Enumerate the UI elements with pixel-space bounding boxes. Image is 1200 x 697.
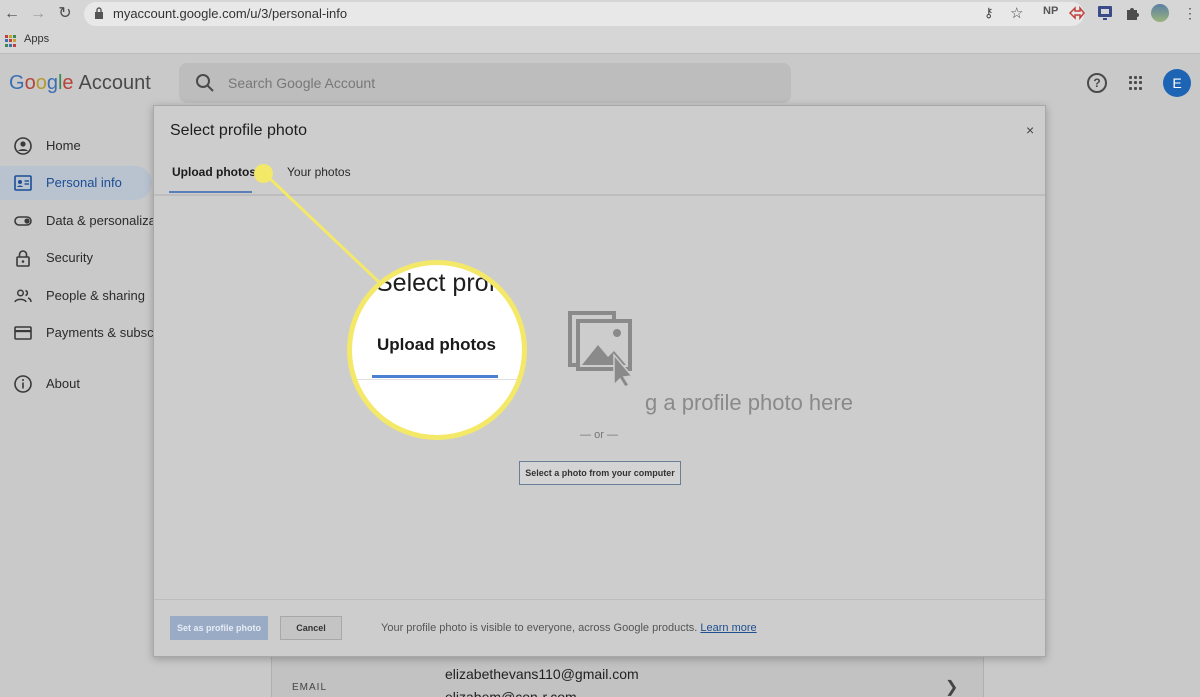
back-icon[interactable]: ← bbox=[2, 4, 22, 24]
sidebar-item-personal-info[interactable]: Personal info bbox=[0, 166, 152, 200]
tab-divider bbox=[154, 194, 1045, 196]
logo-letter: g bbox=[46, 72, 58, 94]
primary-email: elizabethevans110@gmail.com bbox=[445, 666, 639, 682]
sidebar-item-security[interactable]: Security bbox=[0, 241, 152, 275]
np-extension-icon[interactable]: NP bbox=[1043, 5, 1058, 17]
sidebar-item-label: Payments & subscr bbox=[46, 325, 158, 340]
or-separator: — or — bbox=[580, 429, 618, 441]
logo-letter: e bbox=[62, 72, 74, 94]
key-icon[interactable]: ⚷ bbox=[984, 5, 994, 21]
lock-icon bbox=[16, 250, 30, 267]
email-section-label: EMAIL bbox=[292, 682, 328, 693]
lock-icon bbox=[95, 7, 103, 19]
tab-upload-photos[interactable]: Upload photos bbox=[172, 165, 256, 179]
browser-toolbar: ← → ↻ myaccount.google.com/u/3/personal-… bbox=[0, 0, 1200, 28]
magnified-upload-tab: Upload photos bbox=[377, 335, 496, 354]
sidebar-item-label: People & sharing bbox=[46, 288, 146, 303]
forward-icon[interactable]: → bbox=[28, 4, 48, 24]
browser-menu-icon[interactable]: ⋮ bbox=[1183, 5, 1197, 21]
sidebar-item-payments[interactable]: Payments & subscr bbox=[0, 316, 158, 350]
info-icon bbox=[14, 375, 32, 393]
google-apps-icon[interactable] bbox=[1129, 76, 1143, 90]
logo-letter: o bbox=[35, 72, 47, 94]
bookmark-star-icon[interactable]: ☆ bbox=[1010, 4, 1023, 22]
sidebar-item-about[interactable]: About bbox=[0, 367, 152, 401]
address-bar[interactable]: myaccount.google.com/u/3/personal-info ⚷… bbox=[84, 2, 1084, 26]
logo-account-text: Account bbox=[78, 72, 151, 94]
sidebar-item-label: Security bbox=[46, 250, 93, 265]
sidebar-item-label: Home bbox=[46, 138, 81, 153]
sidebar-item-home[interactable]: Home bbox=[0, 129, 152, 163]
active-tab-indicator bbox=[169, 191, 252, 193]
search-icon bbox=[196, 74, 214, 92]
url-text: myaccount.google.com/u/3/personal-info bbox=[113, 6, 348, 21]
search-account-input[interactable]: Search Google Account bbox=[179, 63, 791, 103]
toggle-icon bbox=[14, 216, 32, 226]
drag-photo-text: g a profile photo here bbox=[645, 390, 853, 415]
sidebar-item-label: Personal info bbox=[46, 175, 122, 190]
extension-screen-icon[interactable] bbox=[1097, 5, 1113, 21]
drag-photo-icon bbox=[568, 311, 634, 387]
chevron-right-icon[interactable]: ❯ bbox=[945, 677, 958, 697]
profile-visibility-note: Your profile photo is visible to everyon… bbox=[381, 622, 757, 634]
footer-divider bbox=[154, 599, 1045, 600]
set-as-profile-photo-button[interactable]: Set as profile photo bbox=[170, 616, 268, 640]
visibility-note-text: Your profile photo is visible to everyon… bbox=[381, 622, 698, 634]
close-icon[interactable]: × bbox=[1026, 122, 1034, 138]
sidebar-item-people-sharing[interactable]: People & sharing bbox=[0, 279, 152, 313]
tab-your-photos[interactable]: Your photos bbox=[287, 165, 351, 179]
search-placeholder: Search Google Account bbox=[228, 75, 376, 91]
apps-bookmark[interactable]: Apps bbox=[24, 33, 49, 45]
sidebar-item-label: About bbox=[46, 376, 80, 391]
magnified-divider bbox=[352, 379, 522, 380]
bookmarks-bar: Apps bbox=[0, 28, 1200, 54]
home-icon bbox=[14, 137, 32, 155]
cancel-button[interactable]: Cancel bbox=[280, 616, 342, 640]
extension-red-icon[interactable] bbox=[1069, 6, 1085, 20]
people-icon bbox=[14, 289, 32, 303]
apps-grid-icon[interactable] bbox=[5, 35, 17, 47]
personal-info-icon bbox=[14, 175, 32, 191]
secondary-email: elizabem@con-r.com bbox=[445, 689, 577, 697]
account-avatar[interactable]: E bbox=[1163, 69, 1191, 97]
email-card[interactable]: EMAIL elizabethevans110@gmail.com elizab… bbox=[271, 655, 984, 697]
profile-avatar-icon[interactable] bbox=[1151, 4, 1169, 22]
extensions-puzzle-icon[interactable] bbox=[1125, 5, 1141, 21]
reload-icon[interactable]: ↻ bbox=[55, 4, 75, 24]
magnifier-callout: Select prof Upload photos bbox=[347, 260, 527, 440]
help-icon[interactable]: ? bbox=[1087, 73, 1107, 93]
logo-letter: o bbox=[24, 72, 36, 94]
sidebar-item-data-personalization[interactable]: Data & personaliza bbox=[0, 204, 156, 238]
learn-more-link[interactable]: Learn more bbox=[700, 622, 756, 634]
select-profile-photo-dialog: Select profile photo × Upload photos You… bbox=[153, 105, 1046, 657]
callout-dot bbox=[254, 164, 273, 183]
dialog-title: Select profile photo bbox=[170, 122, 307, 139]
select-photo-from-computer-button[interactable]: Select a photo from your computer bbox=[519, 461, 681, 485]
sidebar-item-label: Data & personaliza bbox=[46, 213, 156, 228]
logo-letter: G bbox=[9, 72, 25, 94]
magnified-title: Select prof bbox=[376, 269, 496, 297]
google-account-logo[interactable]: Google Account bbox=[9, 72, 151, 95]
magnified-tab-indicator bbox=[372, 375, 498, 378]
card-icon bbox=[14, 326, 32, 340]
